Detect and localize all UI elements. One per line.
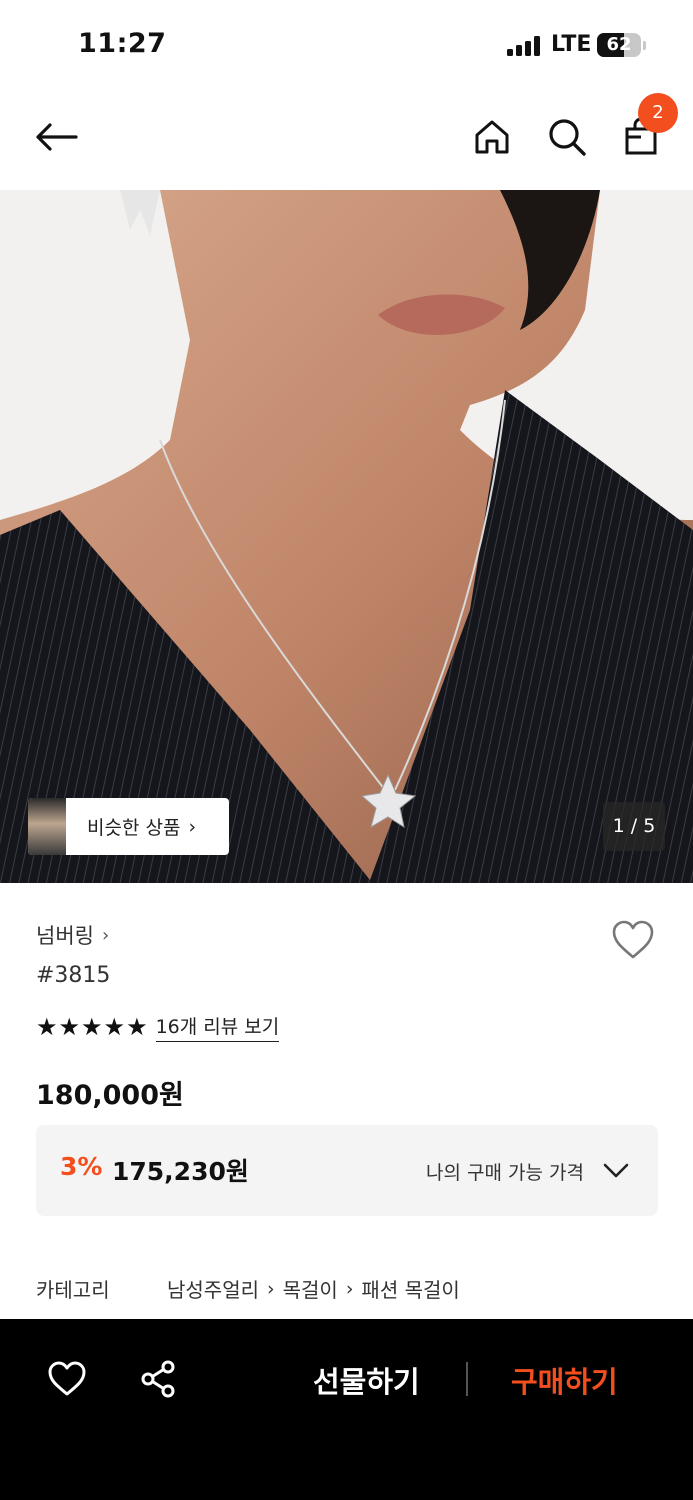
product-photo (0, 190, 693, 883)
category-item[interactable]: 목걸이 (283, 1274, 338, 1303)
wishlist-heart-icon[interactable] (611, 920, 655, 960)
like-heart-icon[interactable] (47, 1361, 87, 1397)
original-price: 180,000원 (36, 1080, 184, 1111)
similar-product-thumbnail (28, 798, 66, 855)
chevron-down-icon (603, 1163, 629, 1178)
category-label: 카테고리 (36, 1278, 110, 1302)
chevron-right-icon: › (345, 1277, 354, 1300)
chevron-right-icon: › (101, 924, 110, 946)
review-link[interactable]: 16개 리뷰 보기 (155, 1012, 280, 1042)
star-icon: ★ (126, 1013, 148, 1041)
star-icon: ★ (36, 1013, 58, 1041)
status-bar: 11:27 LTE 62 (0, 0, 693, 90)
top-nav-bar (0, 90, 693, 190)
brand-name: 넘버링 (36, 924, 94, 948)
brand-link[interactable]: 넘버링 › (36, 920, 109, 950)
battery-level: 62 (606, 34, 632, 55)
rating-row: ★ ★ ★ ★ ★ 16개 리뷰 보기 (36, 1012, 280, 1042)
my-price-label: 나의 구매 가능 가격 (426, 1162, 584, 1184)
product-image-carousel[interactable] (0, 190, 693, 883)
category-item[interactable]: 패션 목걸이 (361, 1274, 459, 1303)
cart-count-badge: 2 (638, 93, 678, 133)
share-icon[interactable] (139, 1359, 179, 1399)
home-icon[interactable] (470, 115, 514, 159)
star-rating: ★ ★ ★ ★ ★ (36, 1014, 148, 1040)
similar-products-label: 비슷한 상품 (87, 817, 181, 839)
discount-rate: 3% (60, 1152, 103, 1181)
chevron-right-icon: › (188, 815, 197, 838)
gift-button[interactable]: 선물하기 (313, 1359, 420, 1401)
bottom-action-bar: 선물하기 구매하기 (0, 1319, 693, 1500)
image-page-counter: 1 / 5 (603, 802, 665, 851)
product-name: #3815 (36, 963, 111, 988)
network-type: LTE (551, 32, 592, 57)
star-icon: ★ (58, 1013, 81, 1041)
buy-button[interactable]: 구매하기 (511, 1359, 618, 1401)
star-icon: ★ (81, 1013, 103, 1041)
signal-icon (507, 36, 543, 56)
search-icon[interactable] (545, 115, 589, 159)
discounted-price: 175,230원 (112, 1157, 249, 1186)
status-time: 11:27 (78, 28, 167, 59)
star-icon: ★ (103, 1013, 126, 1041)
similar-products-button[interactable]: 비슷한 상품 › (28, 798, 229, 855)
category-breadcrumb: 남성주얼리 › 목걸이 › 패션 목걸이 (167, 1274, 460, 1303)
my-price-box[interactable]: 3% 175,230원 나의 구매 가능 가격 (36, 1125, 658, 1216)
divider (466, 1362, 468, 1396)
battery-icon: 62 (597, 33, 641, 57)
battery-cap (643, 41, 646, 50)
category-item[interactable]: 남성주얼리 (167, 1274, 259, 1303)
back-arrow-icon[interactable] (34, 115, 78, 159)
chevron-right-icon: › (267, 1277, 275, 1300)
